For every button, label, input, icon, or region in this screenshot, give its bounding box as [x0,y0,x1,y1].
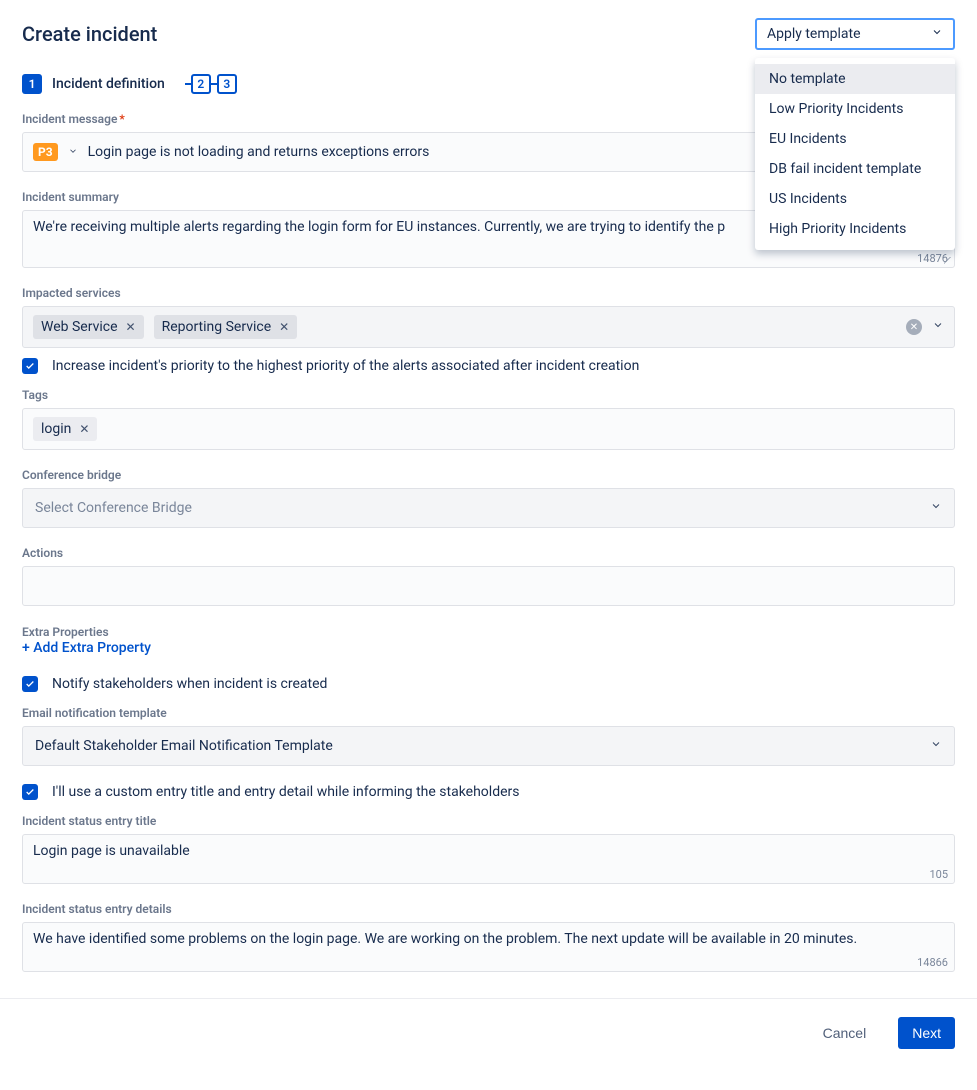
chevron-down-icon[interactable] [932,319,944,335]
template-option-no-template[interactable]: No template [755,64,955,94]
tags-label: Tags [22,388,955,402]
step-connector [211,83,217,85]
template-option-high-priority[interactable]: High Priority Incidents [755,214,955,244]
status-details-label: Incident status entry details [22,902,955,916]
close-icon[interactable]: ✕ [279,320,289,334]
field-conference-bridge: Conference bridge Select Conference Brid… [22,468,955,528]
apply-template-dropdown[interactable]: Apply template [755,18,955,50]
add-extra-property-link[interactable]: + Add Extra Property [22,640,955,656]
template-option-us[interactable]: US Incidents [755,184,955,214]
chevron-down-icon [931,26,943,42]
status-title-char-count: 105 [929,868,948,881]
custom-entry-label: I'll use a custom entry title and entry … [52,784,519,800]
step-group-outline: 2 3 [185,74,237,94]
template-option-eu[interactable]: EU Incidents [755,124,955,154]
impacted-services-label: Impacted services [22,286,955,300]
template-dropdown-wrap: Apply template No template Low Priority … [755,18,955,50]
conference-bridge-label: Conference bridge [22,468,955,482]
custom-entry-checkbox[interactable] [22,784,38,800]
impacted-services-input[interactable]: Web Service ✕ Reporting Service ✕ ✕ [22,306,955,348]
step-connector [185,83,191,85]
email-template-label: Email notification template [22,706,955,720]
email-template-value: Default Stakeholder Email Notification T… [35,738,333,754]
clear-all-icon[interactable]: ✕ [906,319,922,335]
tag-login-label: login [41,421,71,437]
service-tag-web-label: Web Service [41,319,118,335]
field-status-title: Incident status entry title Login page i… [22,814,955,884]
field-tags: Tags login ✕ [22,388,955,450]
tag-login: login ✕ [33,417,97,441]
service-tag-web: Web Service ✕ [33,315,144,339]
step-1-label: Incident definition [52,76,165,92]
step-3-badge[interactable]: 3 [217,74,237,94]
actions-input[interactable] [22,566,955,606]
increase-priority-checkbox[interactable] [22,358,38,374]
modal-title: Create incident [22,22,157,46]
close-icon[interactable]: ✕ [126,320,136,334]
service-tag-reporting: Reporting Service ✕ [154,315,298,339]
field-email-template: Email notification template Default Stak… [22,706,955,766]
step-2-badge[interactable]: 2 [191,74,211,94]
chevron-down-icon [930,500,942,516]
required-indicator: * [119,112,124,126]
conference-bridge-select[interactable]: Select Conference Bridge [22,488,955,528]
status-details-textarea[interactable]: We have identified some problems on the … [22,922,955,972]
status-title-value: Login page is unavailable [33,843,190,859]
field-status-details: Incident status entry details We have id… [22,902,955,972]
template-dropdown-menu: No template Low Priority Incidents EU In… [755,58,955,250]
conference-bridge-placeholder: Select Conference Bridge [35,500,192,516]
status-title-textarea[interactable]: Login page is unavailable 105 [22,834,955,884]
field-impacted-services: Impacted services Web Service ✕ Reportin… [22,286,955,348]
chevron-down-icon[interactable] [68,146,78,159]
service-tag-reporting-label: Reporting Service [162,319,272,335]
cancel-button[interactable]: Cancel [809,1017,881,1049]
create-incident-modal: Create incident Apply template No templa… [0,0,977,1067]
status-details-value: We have identified some problems on the … [33,931,857,947]
modal-header: Create incident Apply template No templa… [0,0,977,50]
incident-message-label-text: Incident message [22,112,117,126]
custom-entry-row: I'll use a custom entry title and entry … [22,784,955,800]
incident-message-value: Login page is not loading and returns ex… [88,144,430,160]
close-icon[interactable]: ✕ [79,422,89,436]
modal-footer: Cancel Next [0,998,977,1067]
field-actions: Actions [22,546,955,606]
chevron-down-icon [930,738,942,754]
status-details-char-count: 14866 [917,956,948,969]
resize-handle-icon[interactable] [944,257,952,265]
template-option-db-fail[interactable]: DB fail incident template [755,154,955,184]
step-1-badge[interactable]: 1 [22,74,42,94]
next-button[interactable]: Next [898,1017,955,1049]
increase-priority-row: Increase incident's priority to the high… [22,358,955,374]
notify-stakeholders-label: Notify stakeholders when incident is cre… [52,676,327,692]
notify-stakeholders-checkbox[interactable] [22,676,38,692]
field-extra-properties: Extra Properties + Add Extra Property [22,624,955,656]
tags-input[interactable]: login ✕ [22,408,955,450]
notify-stakeholders-row: Notify stakeholders when incident is cre… [22,676,955,692]
email-template-select[interactable]: Default Stakeholder Email Notification T… [22,726,955,766]
template-option-low-priority[interactable]: Low Priority Incidents [755,94,955,124]
increase-priority-label: Increase incident's priority to the high… [52,358,639,374]
apply-template-label: Apply template [767,26,861,42]
actions-label: Actions [22,546,955,560]
extra-properties-label: Extra Properties [22,625,109,639]
status-title-label: Incident status entry title [22,814,955,828]
priority-badge[interactable]: P3 [33,143,58,161]
incident-summary-value: We're receiving multiple alerts regardin… [33,219,725,235]
